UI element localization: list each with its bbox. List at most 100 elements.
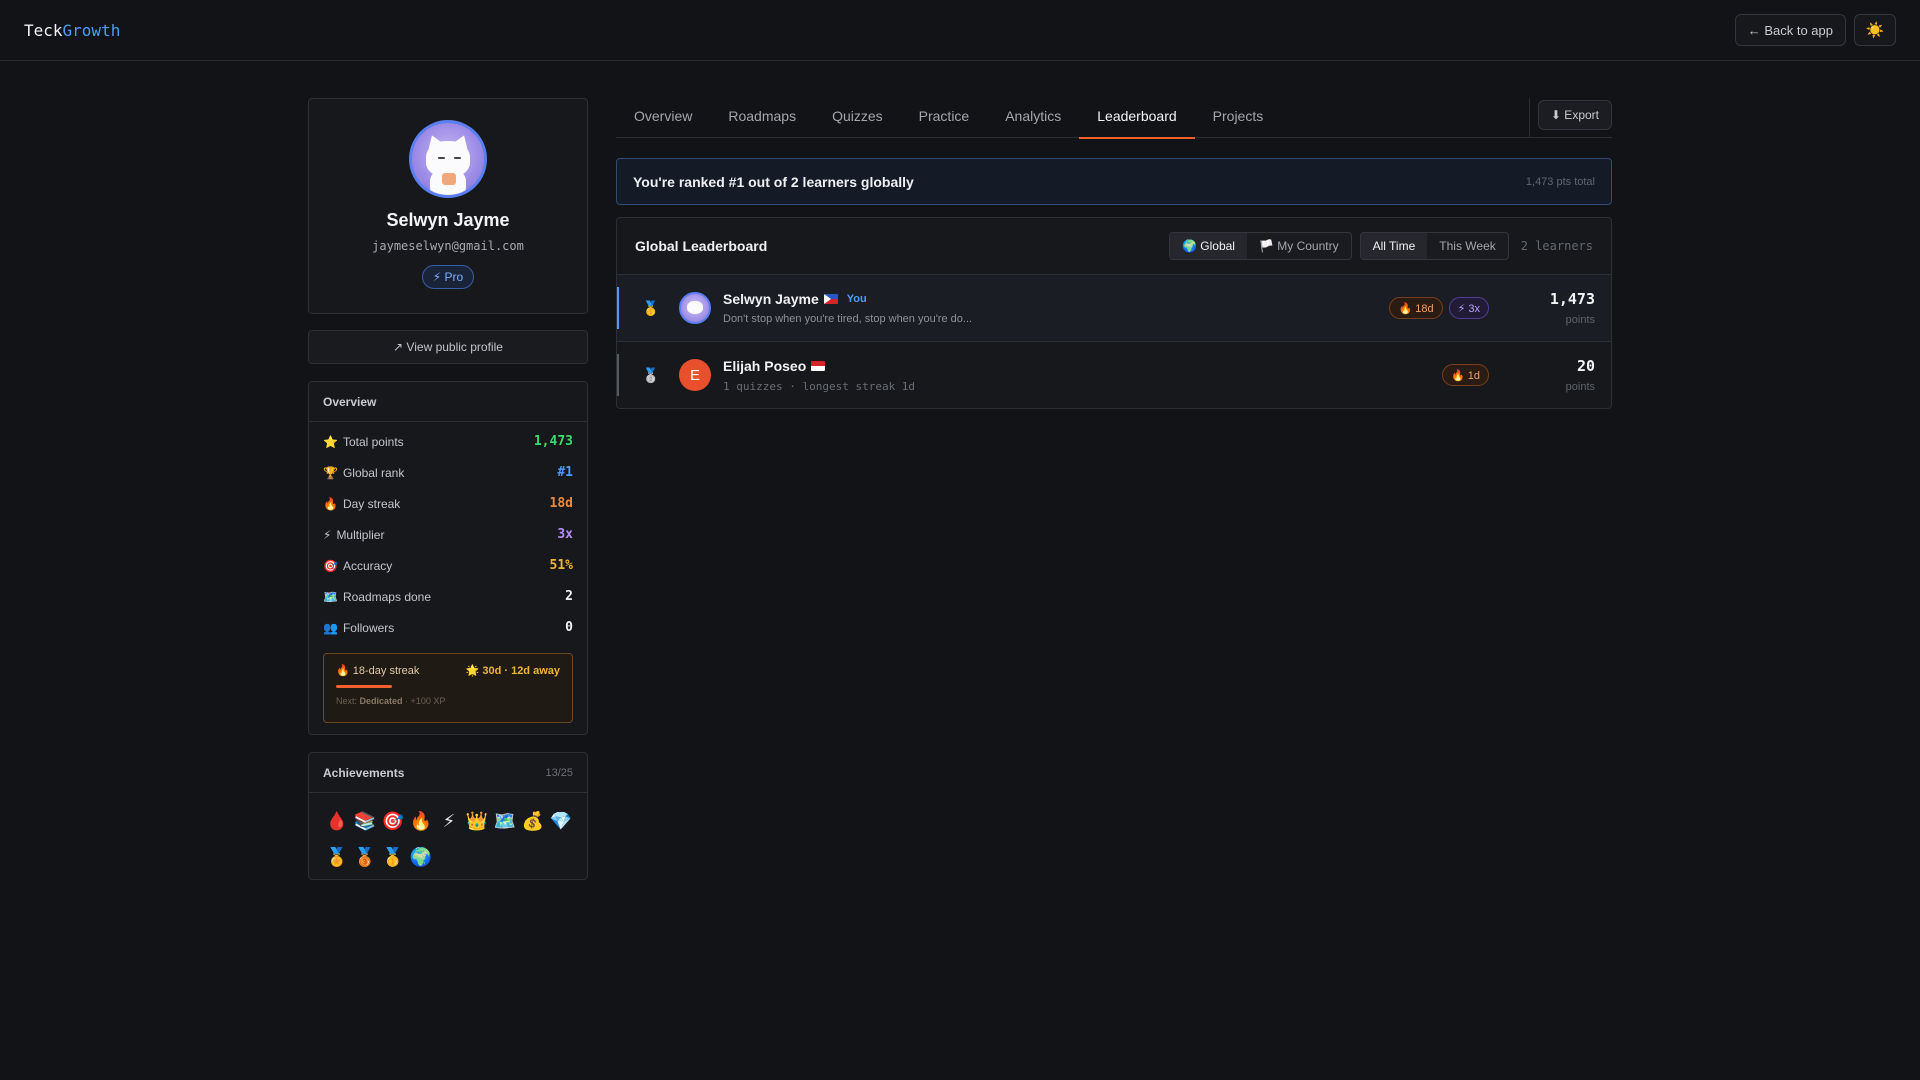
achievement-badge-icon[interactable]: 🔥 [407,807,435,835]
stat-label: Total points [342,434,404,449]
stat-icon: ⭐ [323,434,338,449]
streak-current: 🔥 18-day streak [336,665,420,677]
points-value: 1,473 [1549,290,1595,308]
overview-title: Overview [323,394,377,409]
avatar: E [679,359,711,391]
leaderboard-title: Global Leaderboard [635,238,768,254]
streak-chip: 🔥 18d [1389,297,1443,319]
stat-value: 1,473 [533,434,573,449]
scope-my-country-button[interactable]: 🏳️ My Country [1247,233,1351,259]
scope-global-button[interactable]: 🌍 Global [1170,233,1247,259]
achievement-badge-icon[interactable]: 👑 [463,807,491,835]
stat-row: ⚡ Multiplier 3x [309,519,587,550]
top-bar: TeckGrowth ← Back to app ☀️ [0,0,1920,61]
period-all-time-button[interactable]: All Time [1360,233,1428,259]
points-value: 20 [1576,357,1595,375]
stat-label: Accuracy [342,558,393,573]
learner-count: 2 learners [1520,239,1593,253]
achievements-count: 13/25 [545,766,573,779]
stat-row: 🗺️ Roadmaps done 2 [309,581,587,612]
stat-icon: 🗺️ [323,589,338,604]
avatar [679,292,711,324]
achievement-badge-icon[interactable]: 🥉 [351,843,379,871]
achievement-badge-icon[interactable]: 🌍 [407,843,435,871]
streak-progress-box: 🔥 18-day streak 🌟 30d · 12d away Next: D… [323,653,573,723]
period-toggle: All Time This Week [1359,232,1509,260]
stat-row: 🔥 Day streak 18d [309,488,587,519]
export-button[interactable]: ⬇ Export [1537,100,1612,130]
total-points-label: 1,473 pts total [1525,175,1595,188]
stat-row: 👥 Followers 0 [309,612,587,643]
logo-text-teck: Teck [24,20,63,40]
stat-value: 18d [549,496,573,511]
tab-leaderboard[interactable]: Leaderboard [1079,98,1196,139]
stat-icon: 🔥 [323,496,338,511]
achievement-badge-icon[interactable]: 🗺️ [491,807,519,835]
achievements-grid: 🩸 📚 🎯 🔥 ⚡ 👑 🗺️ 💰 💎 🏅 🥉 🥇 🌍 [309,793,587,871]
stat-value: 51% [549,558,573,573]
achievements-header: Achievements 13/25 [309,753,587,793]
silver-medal-icon: 🥈 [642,366,660,383]
points-label: points [1565,314,1595,326]
leaderboard-row[interactable]: 🥈 E Elijah Poseo 1 quizzes · longest str… [617,342,1611,408]
achievement-badge-icon[interactable]: 🏅 [323,843,351,871]
overview-card: Overview ⭐ Total points 1,473 🏆 Global rank #… [308,381,588,735]
tab-projects[interactable]: Projects [1195,98,1282,138]
stat-row: ⭐ Total points 1,473 [309,426,587,457]
app-logo[interactable]: TeckGrowth [24,21,120,40]
overview-header: Overview [309,382,587,422]
leaderboard-row[interactable]: 🥇 Selwyn Jayme You Don't stop when you'r… [617,275,1611,342]
tab-list: Overview Roadmaps Quizzes Practice Analytics… [616,98,1282,139]
theme-toggle-button[interactable]: ☀️ [1854,14,1896,46]
stats-list: ⭐ Total points 1,473 🏆 Global rank #1 🔥 Day str… [309,426,587,643]
streak-chip: 🔥 1d [1442,364,1489,386]
stat-value: 3x [557,527,573,542]
stat-value: 0 [565,620,573,635]
tab-bar: Overview Roadmaps Quizzes Practice Analytics… [616,98,1612,139]
you-tag: You [846,293,867,305]
tab-practice[interactable]: Practice [901,98,988,138]
stat-label: Followers [342,620,395,635]
achievement-badge-icon[interactable]: 📚 [351,807,379,835]
profile-name: Selwyn Jayme [386,210,510,230]
achievement-badge-icon[interactable]: 🥇 [379,843,407,871]
profile-email: jaymeselwyn@gmail.com [372,239,524,253]
stat-label: Global rank [342,465,405,480]
profile-card: Selwyn Jayme jaymeselwyn@gmail.com ⚡ Pro [308,98,588,314]
period-this-week-button[interactable]: This Week [1427,233,1507,259]
top-actions: ← Back to app ☀️ [1734,14,1896,46]
stat-icon: ⚡ [323,527,332,542]
back-to-app-button[interactable]: ← Back to app [1734,14,1846,46]
view-public-profile-button[interactable]: ↗ View public profile [308,330,588,364]
stat-row: 🎯 Accuracy 51% [309,550,587,581]
achievement-badge-icon[interactable]: ⚡ [435,807,463,835]
achievement-badge-icon[interactable]: 💰 [519,807,547,835]
stat-label: Day streak [342,496,401,511]
stat-icon: 👥 [323,620,338,635]
streak-next-reward: Next: Dedicated · +100 XP [336,696,446,706]
tab-analytics[interactable]: Analytics [987,98,1079,138]
tab-quizzes[interactable]: Quizzes [814,98,901,138]
stat-value: #1 [557,465,573,480]
rank-message: You're ranked #1 out of 2 learners globa… [633,173,914,190]
multiplier-chip: ⚡ 3x [1448,297,1489,319]
achievement-badge-icon[interactable]: 💎 [547,807,575,835]
achievements-card: Achievements 13/25 🩸 📚 🎯 🔥 ⚡ 👑 🗺️ 💰 💎 🏅 🥉 🥇 🌍 [308,752,588,880]
stat-icon: 🎯 [323,558,338,573]
pro-badge: ⚡ Pro [421,265,475,289]
learner-stats: 1 quizzes · longest streak 1d [723,379,916,393]
stat-icon: 🏆 [323,465,338,480]
tab-overview[interactable]: Overview [616,98,710,138]
streak-progress-bar [336,685,392,688]
tab-roadmaps[interactable]: Roadmaps [710,98,814,138]
rank-banner: You're ranked #1 out of 2 learners globa… [616,158,1612,205]
gold-medal-icon: 🥇 [642,299,660,316]
achievement-badge-icon[interactable]: 🩸 [323,807,351,835]
leaderboard-header: Global Leaderboard 🌍 Global 🏳️ My Countr… [617,218,1611,275]
stat-row: 🏆 Global rank #1 [309,457,587,488]
philippines-flag-icon [823,294,838,304]
achievement-badge-icon[interactable]: 🎯 [379,807,407,835]
points-label: points [1565,381,1595,393]
learner-name[interactable]: Elijah Poseo [723,358,806,374]
learner-name[interactable]: Selwyn Jayme [723,291,819,307]
